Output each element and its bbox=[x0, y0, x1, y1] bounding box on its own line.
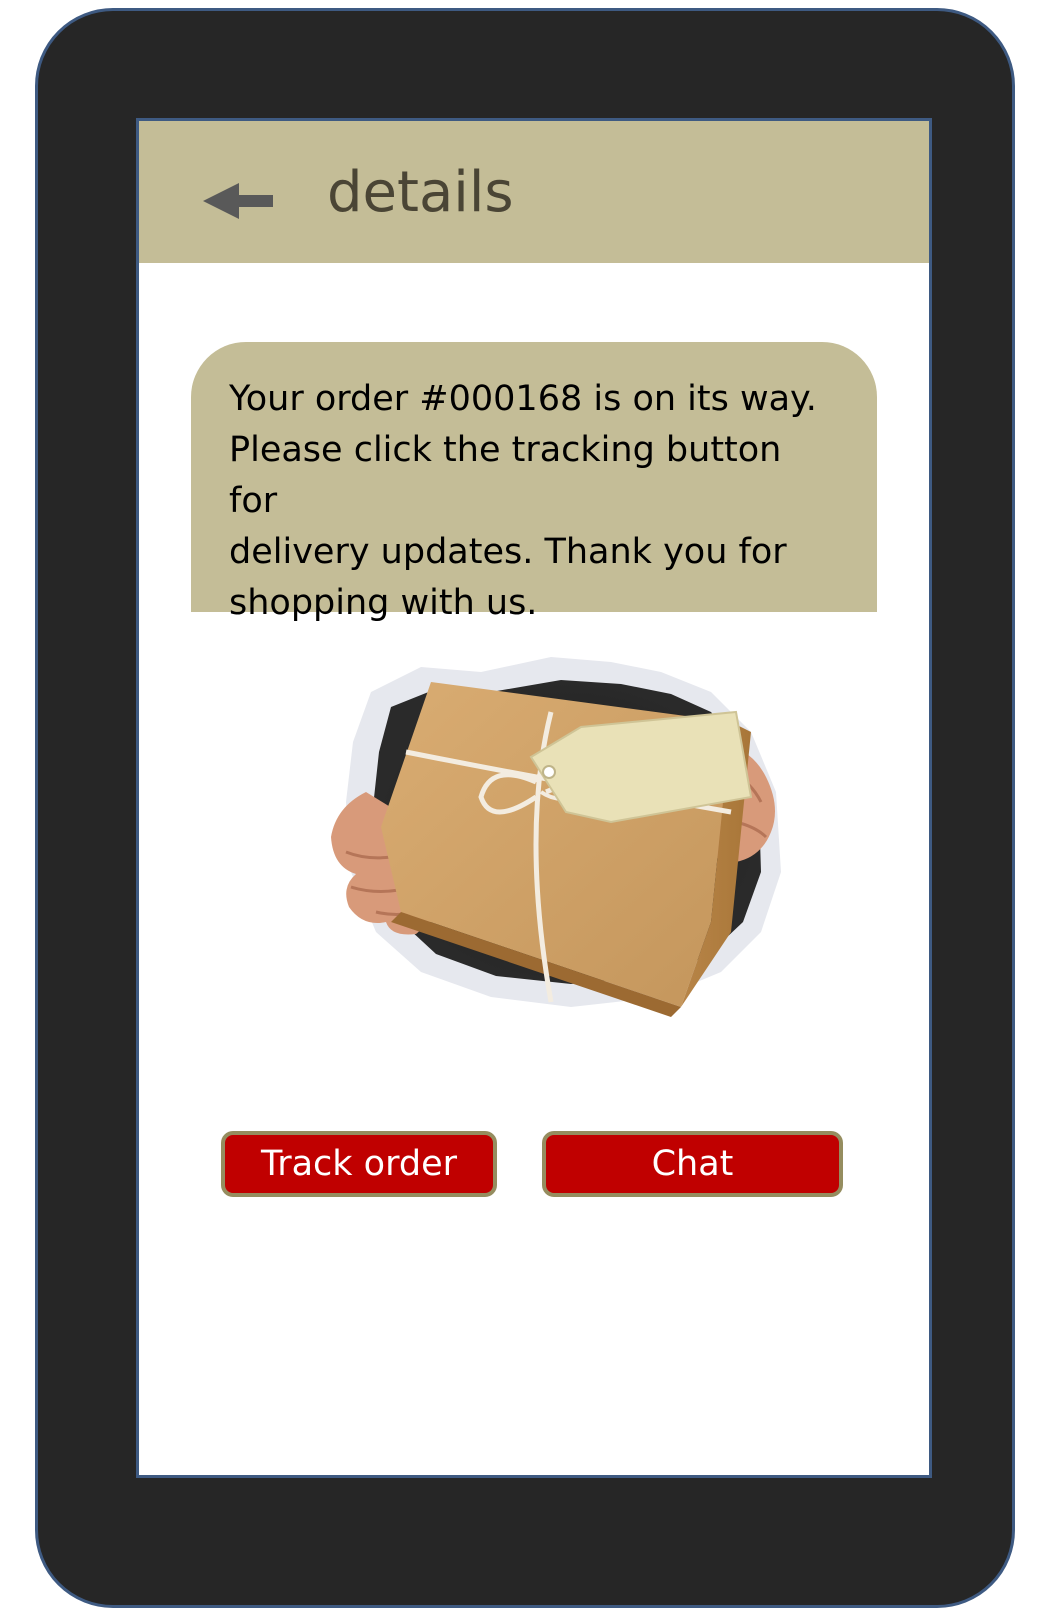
chat-button[interactable]: Chat bbox=[542, 1131, 843, 1197]
app-header: details bbox=[139, 121, 929, 263]
track-order-button[interactable]: Track order bbox=[221, 1131, 497, 1197]
package-image bbox=[191, 612, 877, 1052]
message-line: Your order #000168 is on its way. bbox=[229, 379, 817, 419]
message-line: delivery updates. Thank you for bbox=[229, 532, 787, 572]
message-line: Please click the tracking button for bbox=[229, 430, 782, 521]
back-arrow-icon bbox=[203, 183, 273, 219]
order-message-bubble: Your order #000168 is on its way. Please… bbox=[191, 342, 877, 623]
order-message-text: Your order #000168 is on its way. Please… bbox=[229, 374, 839, 629]
page-title: details bbox=[327, 160, 514, 225]
app-screen: details Your order #000168 is on its way… bbox=[136, 118, 932, 1478]
back-button[interactable] bbox=[201, 177, 279, 225]
